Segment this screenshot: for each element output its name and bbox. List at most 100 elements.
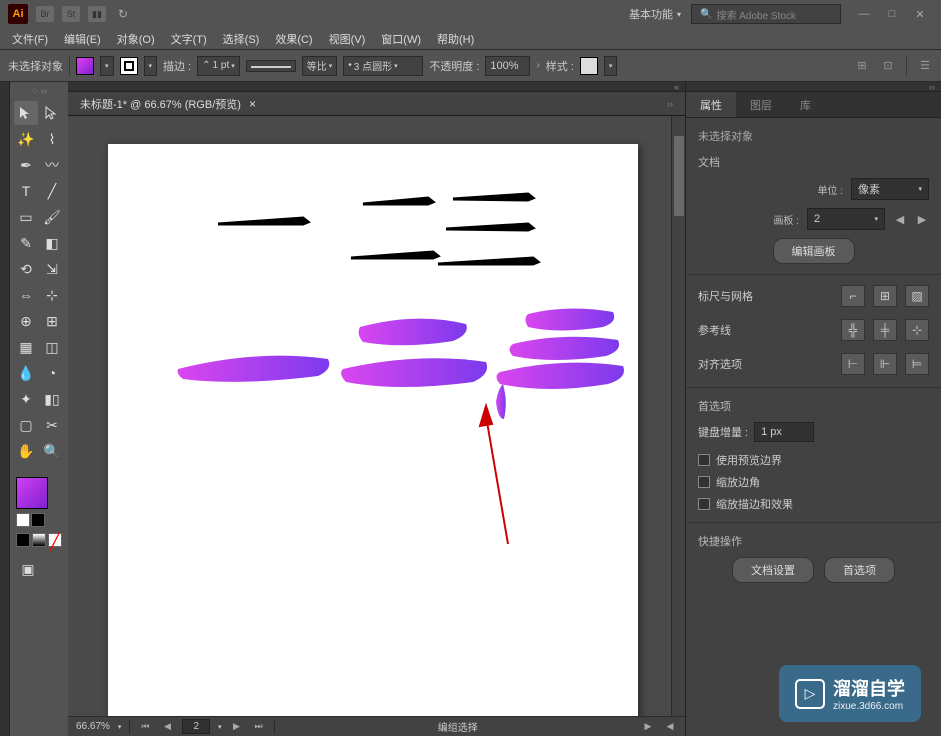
preview-bounds-checkbox[interactable]: 使用预览边界: [698, 452, 929, 468]
menu-type[interactable]: 文字(T): [163, 29, 215, 49]
first-page[interactable]: ⏮: [138, 720, 152, 734]
smart-guide-icon[interactable]: ⊹: [905, 319, 929, 341]
fill-dropdown[interactable]: ▾: [100, 56, 114, 76]
hand-tool[interactable]: ✋: [14, 439, 38, 463]
grid-icon[interactable]: ⊞: [873, 285, 897, 307]
width-tool[interactable]: ⇔: [14, 283, 38, 307]
stock-icon[interactable]: St: [62, 6, 80, 22]
shape-builder-tool[interactable]: ⊕: [14, 309, 38, 333]
close-button[interactable]: ✕: [907, 4, 933, 24]
eyedropper-tool[interactable]: 💧: [14, 361, 38, 385]
document-setup-button[interactable]: 文档设置: [732, 557, 814, 583]
panel-collapse-top[interactable]: «: [68, 82, 685, 92]
stroke-swatch[interactable]: [120, 57, 138, 75]
key-increment-input[interactable]: [754, 422, 814, 442]
direct-selection-tool[interactable]: [40, 101, 64, 125]
scale-strokes-checkbox[interactable]: 缩放描边和效果: [698, 496, 929, 512]
document-tab[interactable]: 未标题-1* @ 66.67% (RGB/预览) × ››: [68, 92, 685, 116]
menu-object[interactable]: 对象(O): [109, 29, 163, 49]
snap-point-icon[interactable]: ⊩: [873, 353, 897, 375]
free-transform-tool[interactable]: ⊹: [40, 283, 64, 307]
screen-mode[interactable]: ▣: [16, 557, 40, 581]
scale-corners-checkbox[interactable]: 缩放边角: [698, 474, 929, 490]
swatch-gradient[interactable]: [32, 533, 46, 547]
units-select[interactable]: 像素▾: [851, 178, 929, 200]
menu-select[interactable]: 选择(S): [215, 29, 268, 49]
lasso-tool[interactable]: ⌇: [40, 127, 64, 151]
zoom-tool[interactable]: 🔍: [40, 439, 64, 463]
snap-pixel-icon[interactable]: ⊢: [841, 353, 865, 375]
artboard[interactable]: [108, 144, 638, 716]
close-tab-icon[interactable]: ×: [249, 97, 256, 111]
tab-layers[interactable]: 图层: [736, 92, 786, 117]
blend-tool[interactable]: ◔: [40, 361, 64, 385]
menu-window[interactable]: 窗口(W): [373, 29, 429, 49]
scroll-left[interactable]: ▶: [641, 720, 655, 734]
style-swatch[interactable]: [580, 57, 598, 75]
last-page[interactable]: ⏭: [252, 720, 266, 734]
preferences-button[interactable]: 首选项: [824, 557, 895, 583]
stroke-profile[interactable]: [246, 60, 296, 72]
edit-artboard-button[interactable]: 编辑画板: [773, 238, 855, 264]
magic-wand-tool[interactable]: ✨: [14, 127, 38, 151]
type-tool[interactable]: T: [14, 179, 38, 203]
eraser-tool[interactable]: ◧: [40, 231, 64, 255]
stroke-dropdown[interactable]: ▾: [144, 56, 158, 76]
transparency-icon[interactable]: ▨: [905, 285, 929, 307]
gradient-tool[interactable]: ◫: [40, 335, 64, 359]
workspace-selector[interactable]: 基本功能▾: [619, 2, 691, 26]
opacity-input[interactable]: [485, 56, 530, 76]
rectangle-tool[interactable]: ▭: [14, 205, 38, 229]
prev-page[interactable]: ◀: [160, 720, 174, 734]
default-colors[interactable]: [16, 513, 30, 527]
graph-tool[interactable]: ▮▯: [40, 387, 64, 411]
stroke-weight[interactable]: ⌃ 1 pt ▾: [197, 56, 240, 76]
paintbrush-tool[interactable]: 🖌: [40, 205, 64, 229]
canvas-viewport[interactable]: [68, 116, 671, 716]
artboard-select[interactable]: 2▾: [807, 208, 885, 230]
line-tool[interactable]: ╱: [40, 179, 64, 203]
ruler-icon[interactable]: ⌐: [841, 285, 865, 307]
mesh-tool[interactable]: ▦: [14, 335, 38, 359]
menu-file[interactable]: 文件(F): [4, 29, 56, 49]
shaper-tool[interactable]: ✎: [14, 231, 38, 255]
guide-lock-icon[interactable]: ╪: [873, 319, 897, 341]
pen-tool[interactable]: ✒: [14, 153, 38, 177]
bridge-icon[interactable]: Br: [36, 6, 54, 22]
maximize-button[interactable]: □: [879, 4, 905, 24]
curvature-tool[interactable]: 〰: [40, 153, 64, 177]
snap-grid-icon[interactable]: ⊨: [905, 353, 929, 375]
sync-icon[interactable]: ↻: [114, 6, 132, 22]
scroll-thumb[interactable]: [674, 136, 684, 216]
next-page[interactable]: ▶: [230, 720, 244, 734]
artboard-tool[interactable]: ▢: [14, 413, 38, 437]
search-adobe-stock[interactable]: 🔍 搜索 Adobe Stock: [691, 4, 841, 24]
selection-tool[interactable]: [14, 101, 38, 125]
menu-edit[interactable]: 编辑(E): [56, 29, 109, 49]
list-icon[interactable]: ☰: [917, 58, 933, 74]
fill-color-main[interactable]: [16, 477, 48, 509]
transform-icon[interactable]: ⊡: [880, 58, 896, 74]
scroll-right[interactable]: ◀: [663, 720, 677, 734]
guide-show-icon[interactable]: ╬: [841, 319, 865, 341]
zoom-level[interactable]: 66.67%: [76, 721, 110, 732]
arrange-icon[interactable]: ▮▮: [88, 6, 106, 22]
scale-tool[interactable]: ⇲: [40, 257, 64, 281]
symbol-sprayer-tool[interactable]: ✦: [14, 387, 38, 411]
rotate-tool[interactable]: ⟲: [14, 257, 38, 281]
tab-properties[interactable]: 属性: [686, 92, 736, 117]
swap-colors[interactable]: [31, 513, 45, 527]
brush-dd[interactable]: • 3 点圆形 ▾: [343, 56, 423, 76]
artboard-prev[interactable]: ◀: [893, 212, 907, 226]
artboard-next[interactable]: ▶: [915, 212, 929, 226]
stroke-style-dd[interactable]: 等比 ▾: [302, 56, 338, 76]
vertical-scrollbar[interactable]: [671, 116, 685, 716]
fill-swatch[interactable]: [76, 57, 94, 75]
minimize-button[interactable]: —: [851, 4, 877, 24]
menu-view[interactable]: 视图(V): [321, 29, 374, 49]
swatch-fill[interactable]: [16, 533, 30, 547]
perspective-tool[interactable]: ⊞: [40, 309, 64, 333]
swatch-none[interactable]: ╱: [48, 533, 62, 547]
tab-libraries[interactable]: 库: [786, 92, 825, 117]
slice-tool[interactable]: ✂: [40, 413, 64, 437]
